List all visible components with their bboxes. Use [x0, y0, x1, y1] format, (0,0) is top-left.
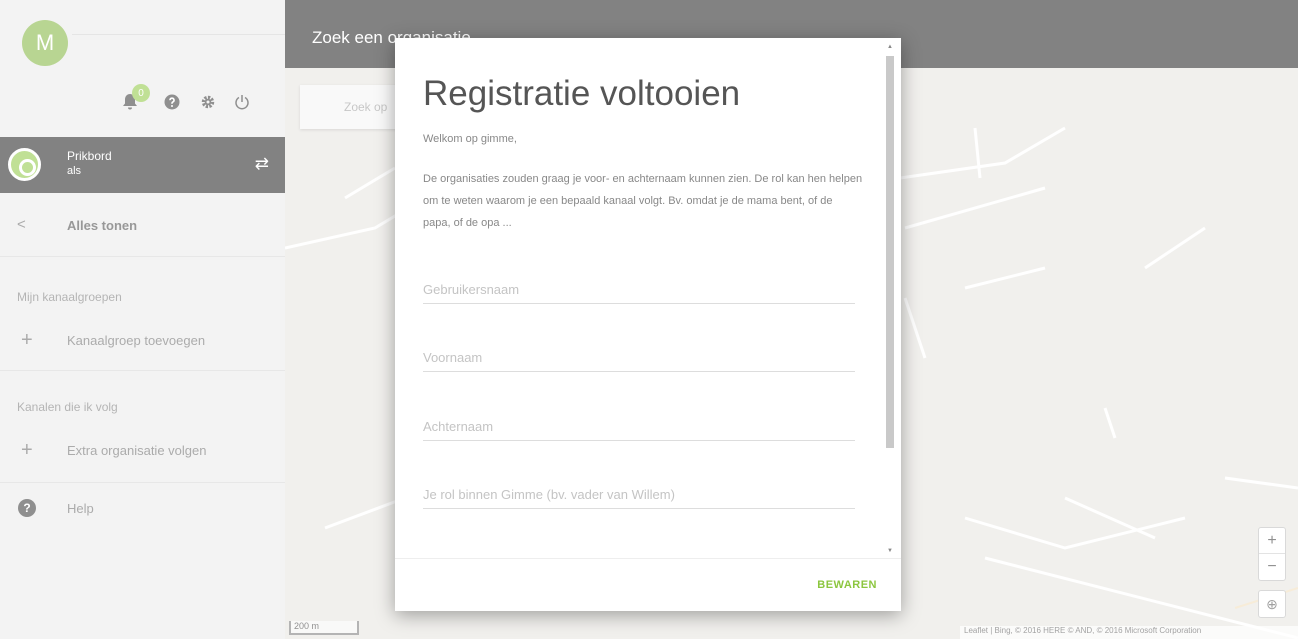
scrollbar-thumb[interactable]	[886, 56, 894, 448]
username-field	[423, 276, 855, 304]
firstname-input[interactable]	[423, 344, 855, 371]
dialog-body: Registratie voltooien Welkom op gimme, D…	[395, 38, 901, 558]
registration-dialog: Registratie voltooien Welkom op gimme, D…	[395, 38, 901, 611]
dialog-title: Registratie voltooien	[423, 74, 741, 113]
lastname-input[interactable]	[423, 413, 855, 440]
scroll-up-icon[interactable]: ▲	[887, 44, 893, 50]
dialog-footer: BEWAREN	[395, 558, 901, 611]
scroll-down-icon[interactable]: ▼	[887, 548, 893, 554]
role-field	[423, 481, 855, 509]
lastname-field	[423, 413, 855, 441]
welcome-text: Welkom op gimme,	[423, 133, 517, 145]
role-input[interactable]	[423, 481, 855, 508]
intro-text: De organisaties zouden graag je voor- en…	[423, 173, 863, 229]
dialog-scrollbar[interactable]: ▲ ▼	[885, 44, 895, 556]
firstname-field	[423, 344, 855, 372]
username-input[interactable]	[423, 276, 855, 303]
save-button[interactable]: BEWAREN	[817, 579, 877, 591]
